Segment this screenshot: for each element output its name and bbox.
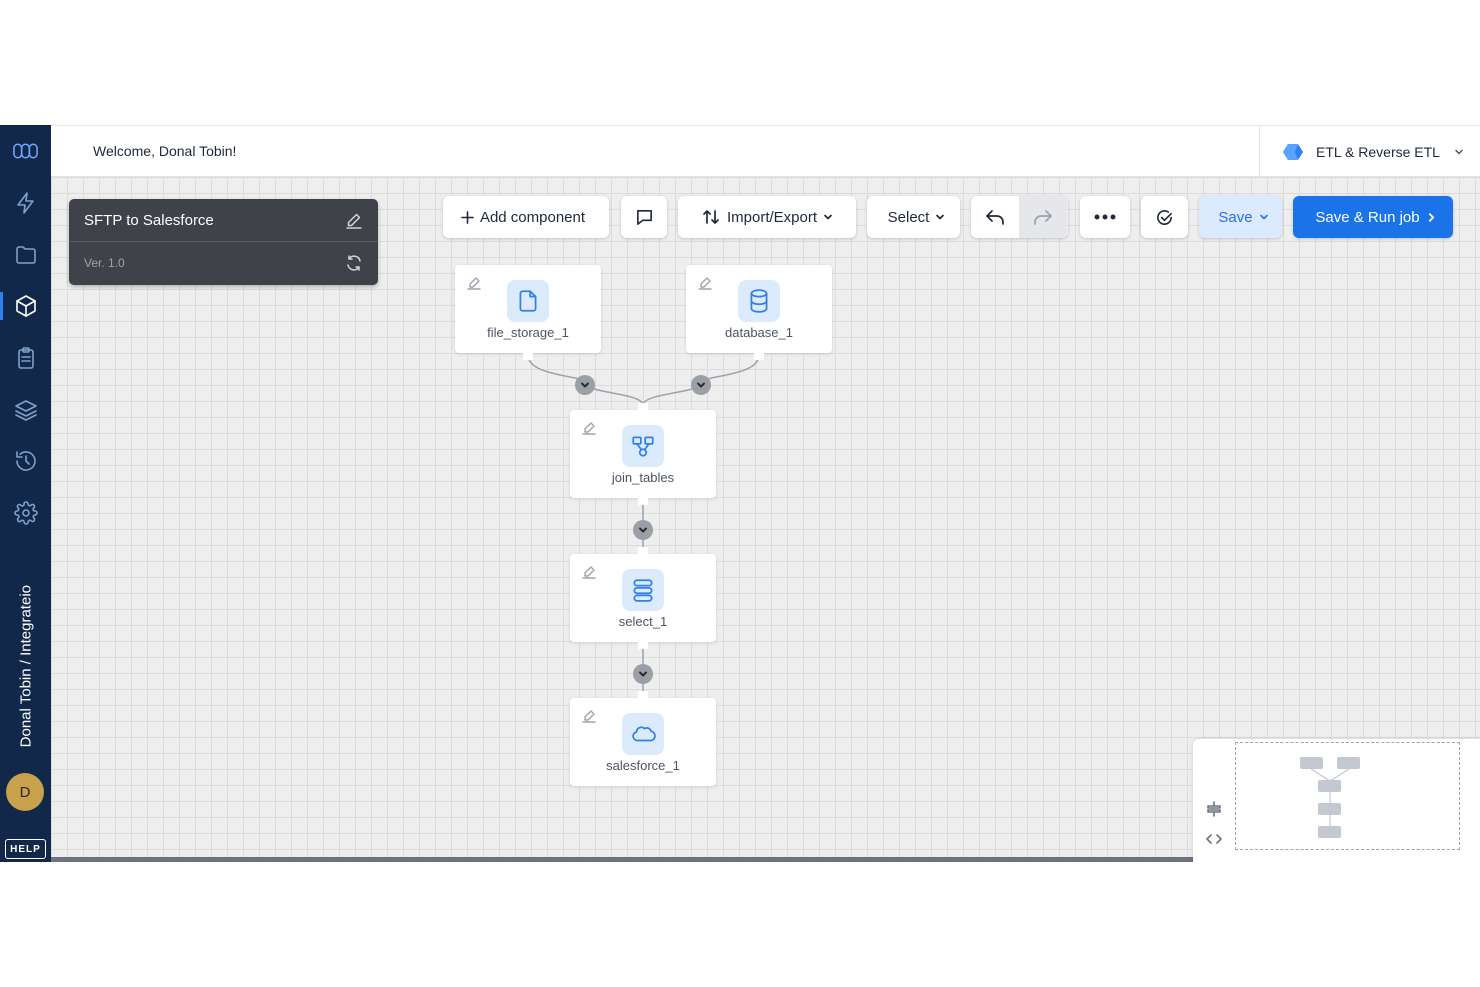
connector-toggle[interactable] — [633, 520, 653, 540]
minimap-node — [1337, 757, 1360, 769]
app-window: Donal Tobin / Integrateio D HELP Welcome… — [0, 125, 1480, 862]
input-port[interactable] — [638, 691, 648, 698]
minimap-node — [1300, 757, 1323, 769]
layers-icon[interactable] — [12, 396, 39, 423]
more-icon — [1094, 214, 1116, 220]
product-name: ETL & Reverse ETL — [1316, 144, 1440, 160]
chevron-down-icon — [639, 671, 647, 677]
top-bar: Welcome, Donal Tobin! ETL & Reverse ETL — [51, 125, 1480, 178]
node-file-storage[interactable]: file_storage_1 — [455, 265, 601, 353]
sidebar: Donal Tobin / Integrateio D HELP — [0, 125, 51, 862]
connector-toggle[interactable] — [691, 375, 711, 395]
chevron-down-icon — [697, 382, 705, 388]
chevron-down-icon — [1455, 149, 1463, 155]
output-port[interactable] — [638, 498, 648, 505]
welcome-message: Welcome, Donal Tobin! — [93, 143, 237, 159]
select-dropdown[interactable]: Select — [867, 196, 960, 238]
more-options-button[interactable] — [1080, 196, 1130, 238]
clipboard-icon[interactable] — [12, 344, 39, 371]
output-port[interactable] — [638, 642, 648, 649]
chevron-down-icon — [1259, 214, 1268, 220]
undo-redo-group — [971, 196, 1068, 238]
chevron-down-icon — [581, 382, 589, 388]
node-label: select_1 — [618, 614, 668, 629]
connector-toggle[interactable] — [575, 375, 595, 395]
edit-pipeline-icon[interactable] — [344, 211, 364, 231]
add-component-button[interactable]: Add component — [443, 196, 609, 238]
minimap[interactable] — [1193, 739, 1480, 862]
input-port[interactable] — [638, 403, 648, 410]
check-circle-icon — [1157, 209, 1172, 225]
divider — [69, 241, 378, 242]
add-component-label: Add component — [479, 208, 586, 226]
plus-icon — [461, 210, 474, 224]
output-port[interactable] — [754, 353, 764, 360]
pipeline-name: SFTP to Salesforce — [84, 212, 214, 229]
file-icon — [507, 280, 549, 322]
help-button[interactable]: HELP — [5, 839, 46, 859]
import-export-label: Import/Export — [726, 208, 818, 226]
fit-view-icon[interactable] — [1201, 799, 1227, 819]
save-run-job-button[interactable]: Save & Run job — [1293, 196, 1453, 238]
avatar[interactable]: D — [6, 773, 44, 811]
edit-node-icon[interactable] — [582, 565, 596, 579]
node-join-tables[interactable]: join_tables — [570, 410, 716, 498]
package-icon[interactable] — [12, 292, 39, 319]
history-icon[interactable] — [12, 447, 39, 474]
redo-button[interactable] — [1019, 196, 1067, 238]
product-switcher[interactable]: ETL & Reverse ETL — [1259, 126, 1480, 178]
node-salesforce[interactable]: salesforce_1 — [570, 698, 716, 786]
node-label: join_tables — [611, 470, 675, 485]
node-select[interactable]: select_1 — [570, 554, 716, 642]
connector-toggle[interactable] — [633, 664, 653, 684]
code-view-icon[interactable] — [1201, 829, 1227, 849]
minimap-viewport[interactable] — [1235, 742, 1460, 850]
node-label: database_1 — [725, 325, 793, 340]
select-label: Select — [887, 208, 930, 226]
chevron-down-icon — [639, 527, 647, 533]
node-database[interactable]: database_1 — [686, 265, 832, 353]
import-export-button[interactable]: Import/Export — [678, 196, 856, 238]
sidebar-active-indicator — [0, 292, 3, 320]
input-port[interactable] — [638, 547, 648, 554]
edit-node-icon[interactable] — [582, 421, 596, 435]
minimap-node — [1318, 780, 1341, 792]
edit-node-icon[interactable] — [698, 276, 712, 290]
product-logo-icon — [1283, 144, 1303, 160]
logo-icon[interactable] — [12, 137, 39, 164]
chevron-down-icon — [936, 214, 945, 220]
node-label: salesforce_1 — [606, 758, 680, 773]
edit-node-icon[interactable] — [582, 709, 596, 723]
comment-icon — [636, 209, 652, 225]
save-run-label: Save & Run job — [1315, 208, 1420, 226]
gear-icon[interactable] — [12, 499, 39, 526]
folder-icon[interactable] — [12, 241, 39, 268]
redo-icon — [1034, 210, 1052, 225]
undo-icon — [986, 210, 1004, 225]
output-port[interactable] — [523, 353, 533, 360]
node-label: file_storage_1 — [487, 325, 569, 340]
chevron-right-icon — [1428, 212, 1434, 222]
pipeline-info-card: SFTP to Salesforce Ver. 1.0 — [69, 199, 378, 285]
database-icon — [738, 280, 780, 322]
sync-icon[interactable] — [344, 253, 364, 273]
undo-button[interactable] — [971, 196, 1019, 238]
validate-button[interactable] — [1141, 196, 1188, 238]
select-icon — [622, 569, 664, 611]
chevron-down-icon — [824, 214, 832, 220]
comment-button[interactable] — [621, 196, 667, 238]
minimap-node — [1318, 826, 1341, 838]
join-icon — [622, 425, 664, 467]
sort-arrows-icon — [703, 210, 719, 224]
account-path[interactable]: Donal Tobin / Integrateio — [18, 585, 35, 755]
minimap-node — [1318, 803, 1341, 815]
save-label: Save — [1218, 208, 1253, 226]
cloud-icon — [622, 713, 664, 755]
lightning-icon[interactable] — [12, 189, 39, 216]
account-path-wrap: Donal Tobin / Integrateio — [0, 565, 51, 755]
pipeline-version: Ver. 1.0 — [84, 256, 125, 270]
edit-node-icon[interactable] — [467, 276, 481, 290]
save-button[interactable]: Save — [1199, 196, 1282, 238]
